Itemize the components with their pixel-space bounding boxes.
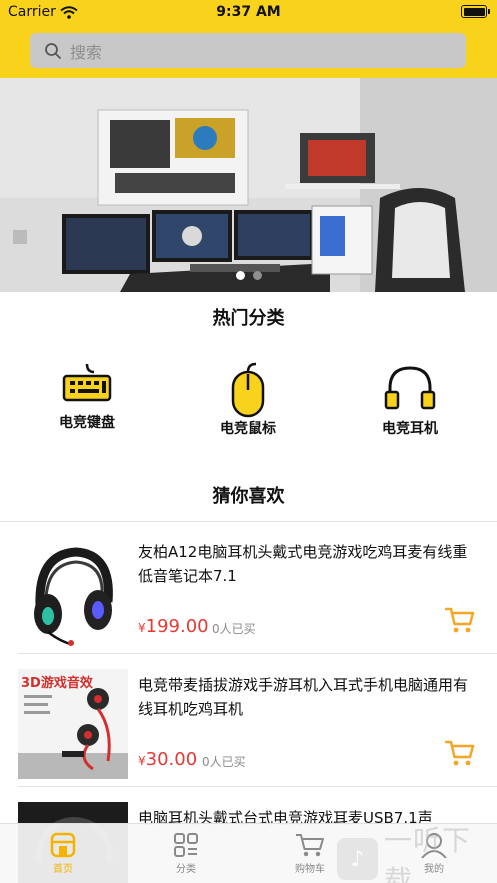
divider — [18, 786, 497, 787]
product-price: ¥30.00 — [138, 749, 197, 770]
category-headphones-label: 电竞耳机 — [382, 421, 438, 437]
price-value: 30.00 — [145, 749, 198, 770]
category-headphones[interactable]: 电竞耳机 — [350, 362, 470, 438]
tab-category-label: 分类 — [176, 864, 196, 875]
category-grid: 电竞键盘 电竞鼠标 电竞耳机 — [0, 362, 497, 452]
headphones-icon — [384, 366, 436, 410]
product-price: ¥199.00 — [138, 616, 209, 637]
add-to-cart-icon[interactable] — [445, 739, 475, 767]
search-placeholder: 搜索 — [70, 42, 103, 62]
battery-icon — [461, 5, 490, 18]
product-card[interactable]: 3D游戏音效 电竞带麦插拔游戏手游耳机入耳式手机电脑通用有线耳机吃鸡耳机 ¥30… — [0, 655, 497, 787]
price-currency: ¥ — [138, 621, 146, 635]
home-icon — [50, 832, 76, 858]
product-sold-count: 0人已买 — [202, 755, 246, 769]
search-icon — [45, 42, 61, 59]
tab-home[interactable]: 首页 — [23, 832, 103, 875]
product-title: 电竞带麦插拔游戏手游耳机入耳式手机电脑通用有线耳机吃鸡耳机 — [138, 676, 469, 718]
product-sold-count: 0人已买 — [212, 622, 256, 636]
category-mouse-label: 电竞鼠标 — [220, 421, 276, 437]
category-keyboard[interactable]: 电竞键盘 — [27, 362, 147, 432]
keyboard-icon — [62, 363, 112, 402]
price-value: 199.00 — [145, 616, 209, 637]
product-card[interactable]: 友柏A12电脑耳机头戴式电竞游戏吃鸡耳麦有线重低音笔记本7.1 ¥199.00 … — [0, 522, 497, 654]
carousel-dot-active[interactable] — [235, 271, 245, 280]
banner-carousel[interactable] — [0, 78, 497, 292]
watermark-text: 一听下载 — [383, 824, 471, 883]
tab-home-label: 首页 — [53, 864, 73, 875]
categories-title: 热门分类 — [212, 308, 285, 329]
product-image — [18, 536, 128, 646]
product-image: 3D游戏音效 — [18, 669, 128, 779]
mouse-icon — [231, 362, 265, 418]
price-currency: ¥ — [138, 754, 146, 768]
watermark-logo: ♪ 一听下载 — [337, 824, 497, 883]
product-image-caption: 3D游戏音效 — [21, 675, 94, 691]
status-bar: Carrier 9:37 AM — [0, 0, 497, 24]
product-title: 友柏A12电脑耳机头戴式电竞游戏吃鸡耳麦有线重低音笔记本7.1 — [138, 543, 468, 585]
add-to-cart-icon[interactable] — [445, 606, 475, 634]
divider — [18, 653, 497, 654]
category-keyboard-label: 电竞键盘 — [59, 415, 115, 431]
banner-image — [0, 78, 497, 292]
grid-icon — [174, 833, 198, 857]
tab-category[interactable]: 分类 — [146, 832, 226, 875]
search-input[interactable]: 搜索 — [30, 33, 466, 68]
carousel-dot[interactable] — [252, 271, 262, 280]
recommend-title: 猜你喜欢 — [212, 486, 285, 507]
watermark-icon: ♪ — [337, 838, 378, 880]
status-time: 9:37 AM — [216, 4, 281, 20]
category-mouse[interactable]: 电竞鼠标 — [188, 362, 308, 438]
header: Carrier 9:37 AM 搜索 — [0, 0, 497, 78]
cart-icon — [296, 834, 324, 857]
carousel-indicator — [0, 271, 497, 280]
